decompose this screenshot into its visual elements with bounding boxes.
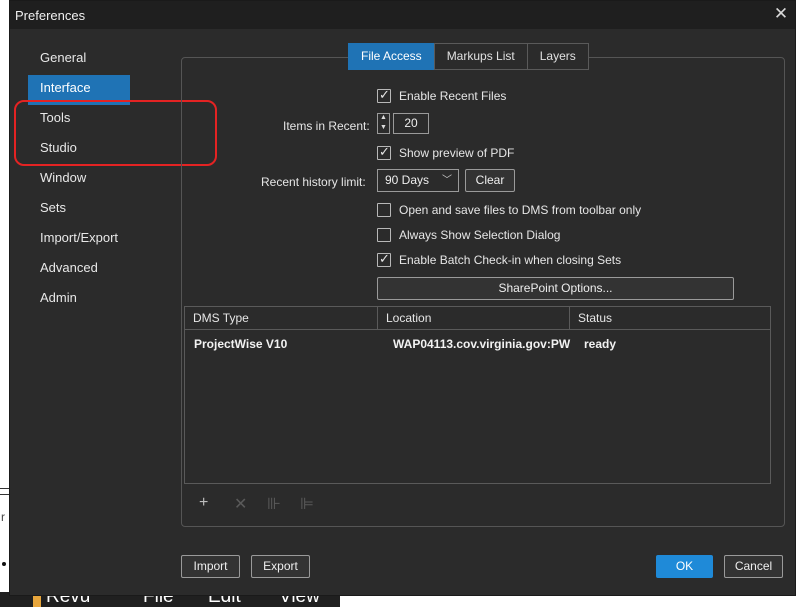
dms-table: DMS Type Location Status ProjectWise V10… <box>184 306 771 484</box>
enable-recent-files-checkbox[interactable]: ✓ <box>377 87 391 103</box>
sidebar-item-general[interactable]: General <box>28 45 178 75</box>
background-glyph: r <box>1 510 5 524</box>
sidebar-item-advanced[interactable]: Advanced <box>28 255 178 285</box>
tab-file-access[interactable]: File Access <box>348 43 435 70</box>
sharepoint-options-button[interactable]: SharePoint Options... <box>377 277 734 300</box>
sidebar-item-window[interactable]: Window <box>28 165 178 195</box>
sidebar-item-admin[interactable]: Admin <box>28 285 178 315</box>
check-out-icon[interactable]: ⊪ <box>267 494 281 514</box>
recent-history-limit-select[interactable]: 90 Days ﹀ <box>377 169 459 192</box>
recent-history-limit-value: 90 Days <box>385 173 430 187</box>
open-save-dms-label: Open and save files to DMS from toolbar … <box>399 203 642 217</box>
checkmark-icon: ✓ <box>379 144 390 159</box>
tab-layers[interactable]: Layers <box>526 43 589 70</box>
ok-button[interactable]: OK <box>656 555 713 578</box>
import-button[interactable]: Import <box>181 555 240 578</box>
dialog-title: Preferences <box>15 8 86 23</box>
export-button[interactable]: Export <box>251 555 310 578</box>
enable-recent-files-label: Enable Recent Files <box>399 89 507 103</box>
chevron-down-icon[interactable]: ▼ <box>380 124 387 131</box>
items-in-recent-input[interactable]: 20 <box>393 113 429 134</box>
title-bar: Preferences ✕ <box>10 1 795 29</box>
always-show-selection-label: Always Show Selection Dialog <box>399 228 561 242</box>
cell-status: ready <box>584 337 617 351</box>
tab-bar: File Access Markups List Layers <box>348 43 589 71</box>
background-fragment: r <box>0 488 9 588</box>
column-header-location[interactable]: Location <box>377 307 569 329</box>
tab-markups-list[interactable]: Markups List <box>433 43 528 70</box>
open-save-dms-checkbox[interactable] <box>377 203 391 217</box>
plus-icon[interactable]: + <box>199 494 208 512</box>
table-header: DMS Type Location Status <box>185 307 770 330</box>
close-icon[interactable]: ✕ <box>771 4 791 24</box>
items-in-recent-stepper[interactable]: ▲ ▼ <box>377 113 390 134</box>
items-in-recent-label: Items in Recent: <box>283 119 370 133</box>
cancel-button[interactable]: Cancel <box>724 555 783 578</box>
sidebar-item-import-export[interactable]: Import/Export <box>28 225 178 255</box>
checkmark-icon: ✓ <box>379 251 390 266</box>
cell-location: WAP04113.cov.virginia.gov:PW <box>393 337 571 351</box>
enable-batch-checkin-label: Enable Batch Check-in when closing Sets <box>399 253 622 267</box>
check-in-icon[interactable]: ⊫ <box>300 494 314 514</box>
background-bullet <box>2 562 6 566</box>
clear-button[interactable]: Clear <box>465 169 515 192</box>
enable-batch-checkin-checkbox[interactable]: ✓ <box>377 251 391 267</box>
cell-dms-type: ProjectWise V10 <box>194 337 288 351</box>
chevron-up-icon[interactable]: ▲ <box>380 114 387 121</box>
remove-icon[interactable]: ✕ <box>234 494 247 514</box>
column-header-dms-type[interactable]: DMS Type <box>185 307 377 329</box>
show-preview-checkbox[interactable]: ✓ <box>377 144 391 160</box>
column-header-status[interactable]: Status <box>569 307 770 329</box>
checkmark-icon: ✓ <box>379 87 390 102</box>
recent-history-limit-label: Recent history limit: <box>261 175 366 189</box>
sidebar-item-sets[interactable]: Sets <box>28 195 178 225</box>
show-preview-label: Show preview of PDF <box>399 146 515 160</box>
always-show-selection-checkbox[interactable] <box>377 228 391 242</box>
chevron-down-icon: ﹀ <box>442 175 452 186</box>
sidebar: General Interface Tools Studio Window Se… <box>28 45 178 315</box>
